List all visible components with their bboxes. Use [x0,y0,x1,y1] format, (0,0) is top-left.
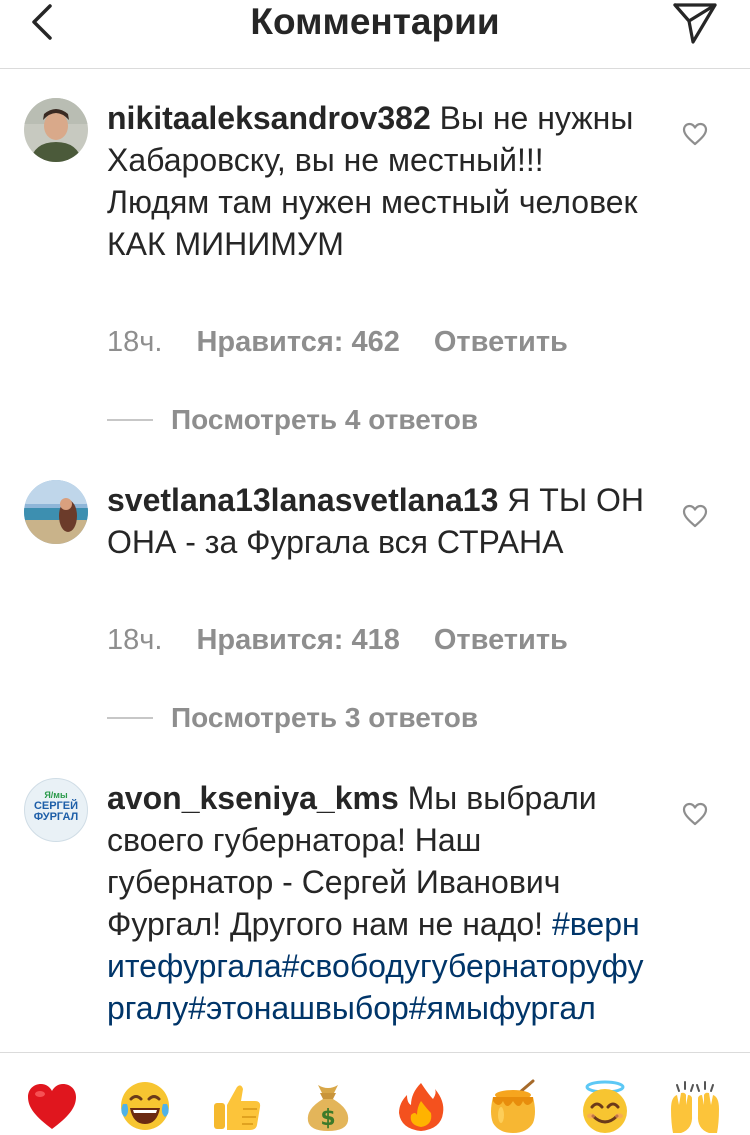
comment-time: 18ч. [107,624,163,656]
comment-username[interactable]: avon_kseniya_kms [107,780,399,816]
heart-outline-icon [682,122,708,146]
avatar[interactable]: Я/мы СЕРГЕЙ ФУРГАЛ [24,778,88,842]
comment-text: avon_kseniya_kms Мы выбрали своего губер… [107,777,647,1053]
thumbs-up-icon[interactable] [209,1079,265,1135]
view-replies-label: Посмотреть 3 ответов [171,702,479,733]
likes-count[interactable]: Нравится: 418 [196,623,399,657]
comment-text: svetlana13lanasvetlana13 Я ТЫ ОН ОНА - з… [107,479,647,563]
heart-outline-icon [682,802,708,826]
user-photo [24,98,88,162]
avatar[interactable] [24,98,88,162]
like-button[interactable] [680,501,710,531]
view-replies-button[interactable]: Посмотреть 3 ответов [107,701,478,735]
fire-icon[interactable] [393,1079,449,1135]
comment-meta: 18ч. Нравится: 418 Ответить [107,623,568,657]
heart-outline-icon [682,504,708,528]
share-button[interactable] [670,0,720,46]
comment-time: 18ч. [107,326,163,358]
paper-plane-icon [673,3,717,44]
avatar[interactable] [24,480,88,544]
red-heart-icon[interactable] [24,1079,80,1135]
header-bar: Комментарии [0,0,750,69]
raising-hands-icon[interactable] [667,1079,723,1135]
emoji-reaction-bar: $ [0,1052,750,1135]
smiling-face-with-halo-icon[interactable] [577,1079,633,1135]
money-bag-icon[interactable]: $ [300,1079,356,1135]
view-replies-button[interactable]: Посмотреть 4 ответов [107,403,478,437]
view-replies-label: Посмотреть 4 ответов [171,404,479,435]
page-title: Комментарии [250,1,500,42]
tears-of-joy-icon[interactable] [117,1079,173,1135]
reply-button[interactable]: Ответить [434,325,568,359]
comment-text: nikitaaleksandrov382 Вы не нужны Хабаров… [107,97,647,265]
reply-button[interactable]: Ответить [434,623,568,657]
comment-username[interactable]: svetlana13lanasvetlana13 [107,482,498,518]
divider [107,419,153,421]
like-button[interactable] [680,799,710,829]
user-photo [24,480,88,544]
avatar-logo-text: ФУРГАЛ [33,811,79,823]
comment-meta: 18ч. Нравится: 462 Ответить [107,325,568,359]
honey-pot-icon[interactable] [485,1079,541,1135]
svg-text:$: $ [320,1106,335,1131]
likes-count[interactable]: Нравится: 462 [196,325,399,359]
comment-username[interactable]: nikitaaleksandrov382 [107,100,431,136]
like-button[interactable] [680,119,710,149]
divider [107,717,153,719]
